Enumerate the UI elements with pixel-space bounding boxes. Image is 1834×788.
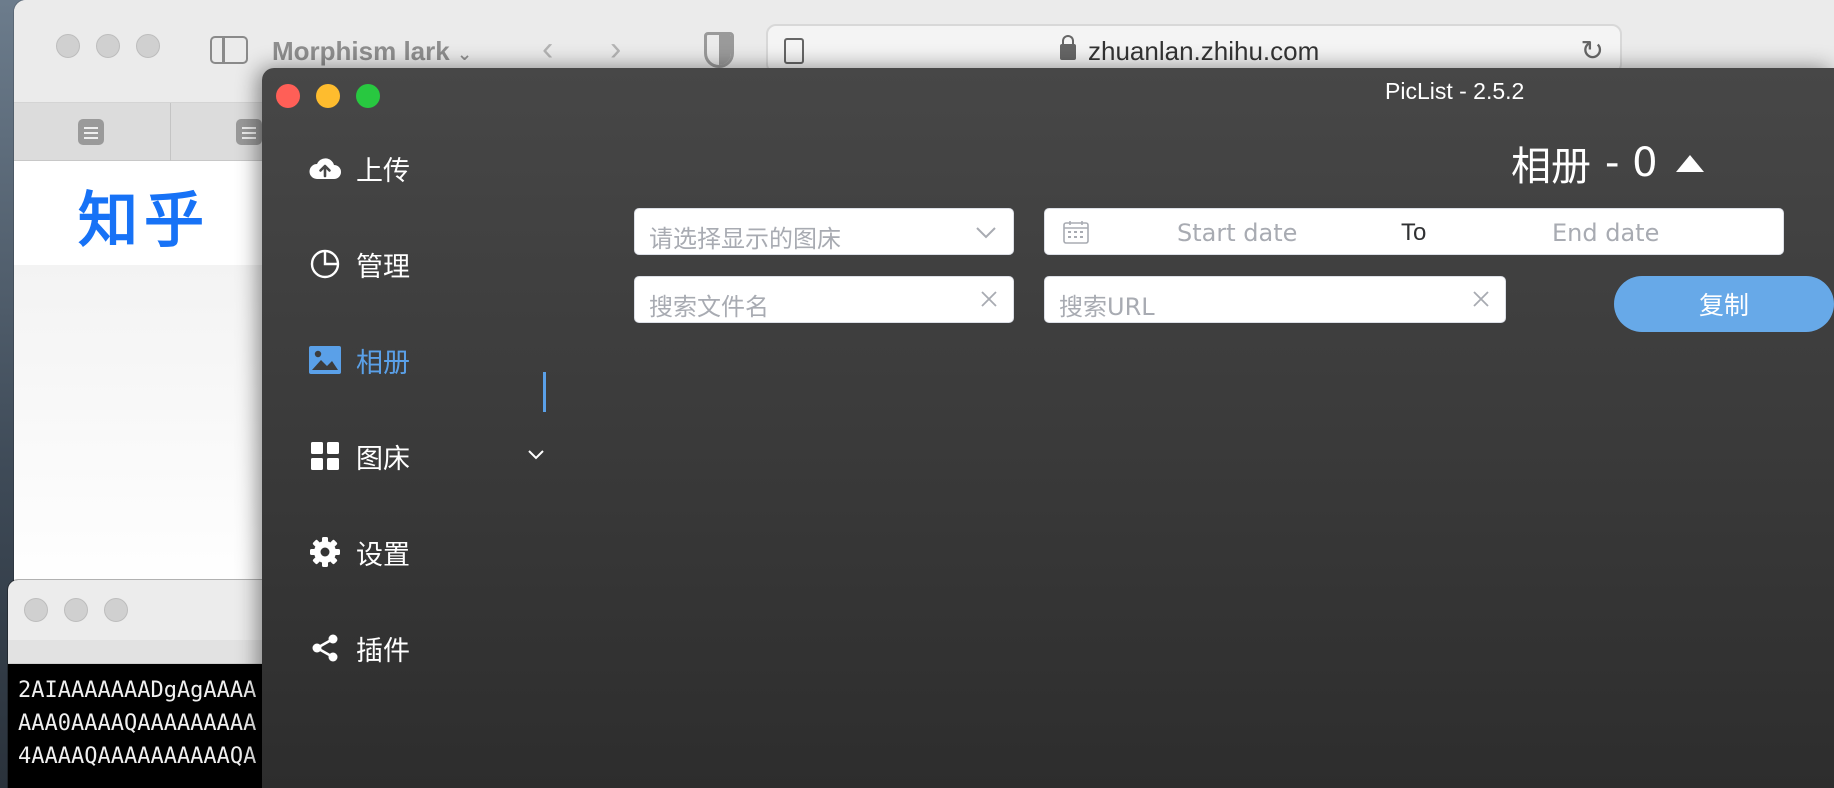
- sidebar-item-label: 上传: [356, 155, 410, 187]
- active-indicator: [543, 372, 546, 412]
- tab-group-selector[interactable]: Morphism lark ⌄: [272, 36, 472, 67]
- gear-icon: [308, 535, 342, 569]
- sidebar-item-label: 管理: [356, 251, 410, 283]
- sidebar-toggle-icon[interactable]: [210, 36, 248, 64]
- terminal-line: 2AIAAAAAAADgAgAAAA: [18, 678, 257, 703]
- reload-icon[interactable]: ↻: [1581, 34, 1604, 67]
- album-header[interactable]: 相册 - 0: [1511, 134, 1704, 192]
- sidebar-item-upload[interactable]: 上传: [308, 146, 410, 190]
- browser-zoom-button[interactable]: [136, 34, 160, 58]
- album-title: 相册: [1511, 144, 1591, 190]
- address-bar[interactable]: zhuanlan.zhihu.com ↻: [766, 24, 1622, 74]
- cloud-upload-icon: [308, 151, 342, 185]
- sidebar-item-image-host[interactable]: 图床: [308, 434, 578, 478]
- document-icon: [78, 119, 104, 145]
- terminal-close-button[interactable]: [24, 598, 48, 622]
- sidebar-item-label: 图床: [356, 443, 410, 475]
- start-date-input[interactable]: Start date: [1177, 219, 1297, 247]
- browser-tab[interactable]: [14, 103, 171, 161]
- piclist-zoom-button[interactable]: [356, 84, 380, 108]
- image-icon: [308, 343, 342, 377]
- terminal-line: AAA0AAAAQAAAAAAAAA: [18, 711, 257, 736]
- date-range-picker[interactable]: Start date To End date: [1044, 208, 1784, 255]
- forward-arrow-icon[interactable]: ›: [610, 30, 621, 69]
- lock-icon: [1060, 35, 1076, 60]
- chevron-down-icon: [975, 221, 997, 248]
- terminal-output: 2AIAAAAAAADgAgAAAA AAA0AAAAQAAAAAAAAA 4AAA…: [18, 674, 256, 773]
- piclist-close-button[interactable]: [276, 84, 300, 108]
- filename-search-placeholder: 搜索文件名: [649, 293, 769, 321]
- terminal-line: 4AAAAQAAAAAAAAAAQA: [18, 744, 257, 769]
- browser-minimize-button[interactable]: [96, 34, 120, 58]
- filename-search-input[interactable]: 搜索文件名: [634, 276, 1014, 323]
- sidebar-item-plugins[interactable]: 插件: [308, 626, 410, 670]
- chevron-down-icon[interactable]: [526, 444, 546, 469]
- sidebar-item-label: 插件: [356, 635, 410, 667]
- url-text: zhuanlan.zhihu.com: [1088, 36, 1320, 66]
- browser-close-button[interactable]: [56, 34, 80, 58]
- window-title: PicList - 2.5.2: [1385, 78, 1525, 104]
- pie-chart-icon: [308, 247, 342, 281]
- end-date-input[interactable]: End date: [1552, 219, 1659, 247]
- terminal-zoom-button[interactable]: [104, 598, 128, 622]
- select-placeholder: 请选择显示的图床: [649, 225, 841, 253]
- privacy-shield-icon[interactable]: [704, 32, 734, 68]
- sidebar-item-label: 相册: [356, 347, 410, 379]
- image-host-select[interactable]: 请选择显示的图床: [634, 208, 1014, 255]
- piclist-minimize-button[interactable]: [316, 84, 340, 108]
- zhihu-logo[interactable]: 知乎: [78, 172, 210, 259]
- copy-button[interactable]: 复制: [1614, 276, 1834, 332]
- collapse-triangle-icon[interactable]: [1675, 154, 1704, 172]
- share-icon: [308, 631, 342, 665]
- document-icon: [236, 119, 262, 145]
- url-search-placeholder: 搜索URL: [1059, 293, 1155, 321]
- tab-group-label: Morphism lark: [272, 36, 450, 66]
- terminal-minimize-button[interactable]: [64, 598, 88, 622]
- sidebar-item-album[interactable]: 相册: [308, 338, 410, 382]
- clear-icon[interactable]: [979, 289, 999, 314]
- grid-icon: [308, 439, 342, 473]
- piclist-window: PicList - 2.5.2 上传 管理 相册 图床 设置 插件 相册 - 0…: [262, 68, 1834, 788]
- date-range-separator: To: [1401, 219, 1427, 246]
- back-arrow-icon[interactable]: ‹: [542, 30, 553, 69]
- sidebar-item-manage[interactable]: 管理: [308, 242, 410, 286]
- sidebar-item-settings[interactable]: 设置: [308, 530, 410, 574]
- album-count: - 0: [1605, 140, 1658, 186]
- reader-icon[interactable]: [784, 38, 804, 64]
- url-search-input[interactable]: 搜索URL: [1044, 276, 1506, 323]
- calendar-icon: [1063, 220, 1089, 249]
- sidebar-item-label: 设置: [356, 539, 410, 571]
- clear-icon[interactable]: [1471, 289, 1491, 314]
- chevron-down-icon: ⌄: [456, 44, 473, 64]
